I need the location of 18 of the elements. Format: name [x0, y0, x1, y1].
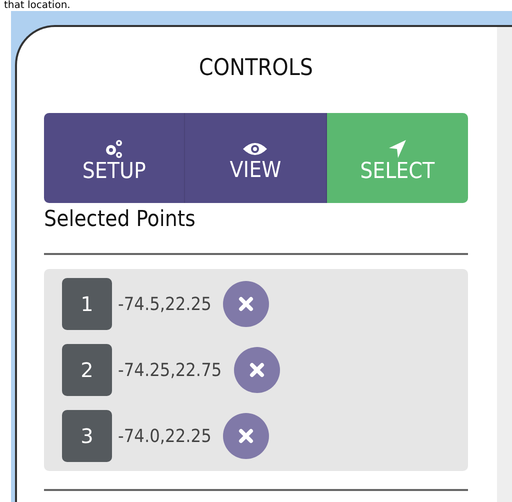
tab[interactable]: VIEW — [185, 113, 327, 203]
close-icon — [238, 296, 254, 312]
remove-button[interactable] — [223, 281, 270, 327]
section-title: Selected Points — [44, 207, 196, 234]
remove-button[interactable] — [223, 413, 270, 459]
navigation-arrow-icon — [387, 138, 408, 158]
remove-button[interactable] — [234, 347, 280, 393]
point-coordinates: -74.25,22.75 — [118, 360, 222, 380]
point-coordinates: -74.5,22.25 — [118, 294, 212, 314]
close-icon — [238, 428, 254, 444]
point-number: 1 — [62, 278, 112, 330]
panel-title: CONTROLS — [198, 55, 314, 83]
point-coordinates: -74.0,22.25 — [118, 426, 212, 446]
close-icon — [248, 362, 265, 378]
point-number: 2 — [62, 344, 112, 396]
caption-text: that location. — [3, 0, 72, 11]
point-number: 3 — [62, 410, 112, 462]
tab[interactable]: SETUP — [44, 113, 186, 203]
